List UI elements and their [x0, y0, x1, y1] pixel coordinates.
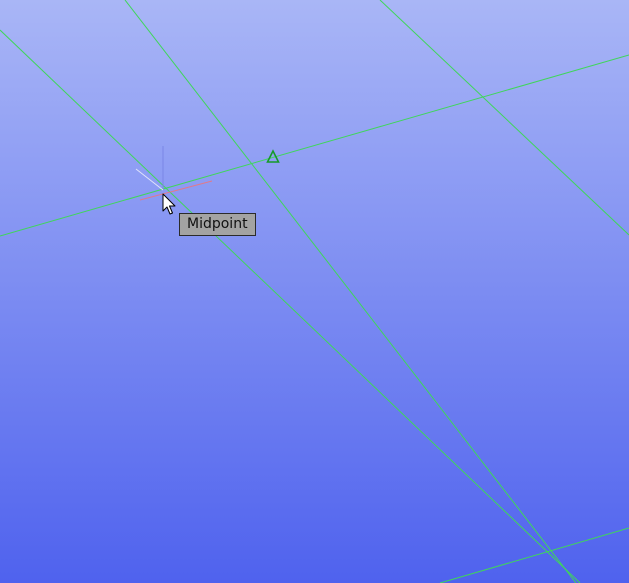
viewport-canvas[interactable] [0, 0, 629, 583]
viewport-background [0, 0, 629, 583]
drawing-viewport[interactable]: Midpoint [0, 0, 629, 583]
snap-tooltip: Midpoint [179, 213, 256, 236]
